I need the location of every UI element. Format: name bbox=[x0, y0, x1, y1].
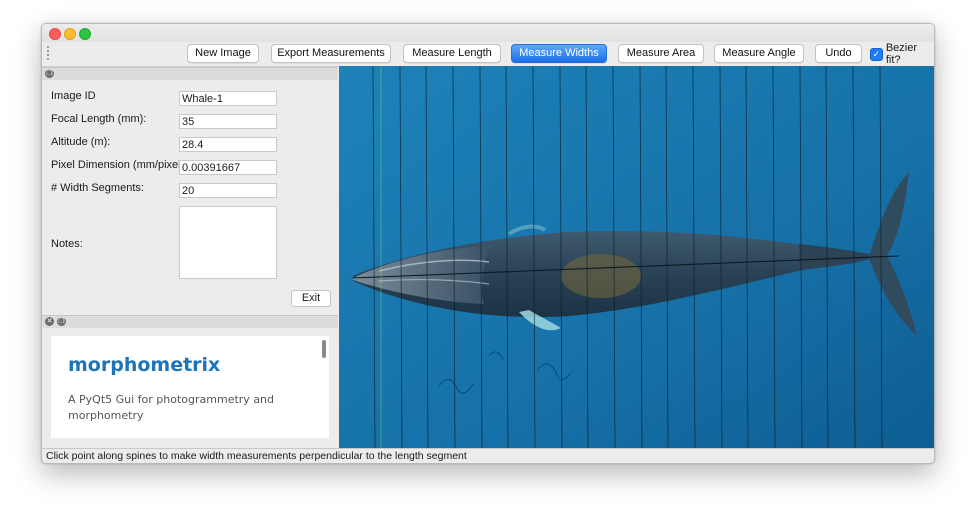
about-description: A PyQt5 Gui for photogrammetry and morph… bbox=[68, 393, 275, 422]
minimize-window-button[interactable] bbox=[64, 28, 76, 40]
toolbar-grip-handle[interactable] bbox=[47, 46, 49, 60]
measure-area-button[interactable]: Measure Area bbox=[618, 44, 704, 63]
about-card: morphometrix A PyQt5 Gui for photogramme… bbox=[51, 336, 329, 438]
export-measurements-button[interactable]: Export Measurements bbox=[271, 44, 391, 63]
measure-angle-button[interactable]: Measure Angle bbox=[714, 44, 804, 63]
altitude-label: Altitude (m): bbox=[51, 136, 111, 148]
width-segments-label: # Width Segments: bbox=[51, 182, 144, 194]
about-panel: morphometrix A PyQt5 Gui for photogramme… bbox=[42, 328, 338, 449]
bezier-fit-label: Bezier fit? bbox=[885, 42, 918, 66]
whale-image[interactable] bbox=[339, 66, 934, 449]
notes-label: Notes: bbox=[51, 238, 83, 250]
app-window: New Image Export Measurements Measure Le… bbox=[41, 23, 935, 464]
about-title: morphometrix bbox=[68, 354, 221, 376]
pixel-dimension-label: Pixel Dimension (mm/pixel) bbox=[51, 159, 185, 171]
notes-textarea[interactable] bbox=[179, 206, 277, 279]
pixel-dimension-field[interactable]: 0.00391667 bbox=[179, 160, 277, 175]
float-icon[interactable]: ❐ bbox=[45, 69, 54, 78]
checkmark-icon[interactable]: ✓ bbox=[870, 47, 883, 61]
new-image-button[interactable]: New Image bbox=[187, 44, 259, 63]
exit-button[interactable]: Exit bbox=[291, 290, 331, 307]
measure-widths-button[interactable]: Measure Widths bbox=[511, 44, 607, 63]
measure-length-button[interactable]: Measure Length bbox=[403, 44, 501, 63]
about-dock-titlebar: ✕ ❐ bbox=[42, 315, 338, 329]
image-viewer[interactable] bbox=[339, 66, 934, 449]
toolbar: New Image Export Measurements Measure Le… bbox=[42, 42, 934, 67]
form-dock-titlebar: ❐ bbox=[42, 67, 338, 81]
image-id-label: Image ID bbox=[51, 90, 96, 102]
close-window-button[interactable] bbox=[49, 28, 61, 40]
metadata-form-panel: Image ID Whale-1 Focal Length (mm): 35 A… bbox=[42, 80, 338, 314]
width-segments-field[interactable]: 20 bbox=[179, 183, 277, 198]
focal-length-label: Focal Length (mm): bbox=[51, 113, 147, 125]
title-bar bbox=[42, 24, 934, 42]
maximize-window-button[interactable] bbox=[79, 28, 91, 40]
about-scrollbar[interactable] bbox=[322, 340, 326, 358]
float-icon[interactable]: ❐ bbox=[57, 317, 66, 326]
image-id-field[interactable]: Whale-1 bbox=[179, 91, 277, 106]
bezier-fit-toggle[interactable]: ✓ Bezier fit? bbox=[870, 42, 934, 66]
status-bar: Click point along spines to make width m… bbox=[42, 448, 934, 463]
close-icon[interactable]: ✕ bbox=[45, 317, 54, 326]
altitude-field[interactable]: 28.4 bbox=[179, 137, 277, 152]
undo-button[interactable]: Undo bbox=[815, 44, 862, 63]
focal-length-field[interactable]: 35 bbox=[179, 114, 277, 129]
